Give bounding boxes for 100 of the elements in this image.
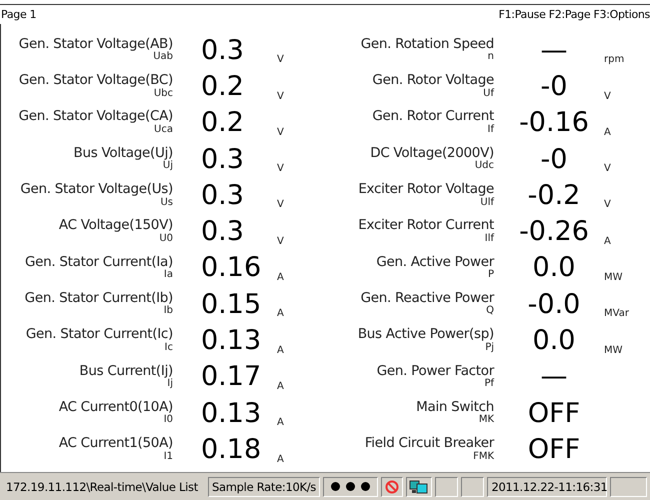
function-key-hint: F1:Pause F2:Page F3:Options	[498, 8, 650, 21]
parameter-symbol: If	[488, 124, 494, 135]
parameter-label: Gen. Stator Voltage(BC)	[18, 74, 173, 88]
parameter-symbol: Uj	[162, 161, 173, 172]
page-indicator: Page 1	[1, 8, 36, 21]
unit-label: MW	[604, 272, 623, 284]
parameter-value: -0.2	[528, 180, 580, 211]
unit-label: MW	[604, 344, 623, 356]
parameter-value: -0.26	[519, 216, 589, 248]
parameter-value: 0.16	[201, 252, 262, 284]
parameter-value: OFF	[528, 398, 580, 429]
unit-label: V	[277, 126, 284, 138]
parameter-label: Gen. Stator Voltage(Us)	[20, 183, 173, 197]
unit-label: A	[277, 417, 284, 428]
parameter-value: 0.13	[201, 325, 262, 356]
date-time: 2011.12.22-11:16:31	[487, 476, 608, 496]
parameter-value: -0	[540, 144, 568, 175]
parameter-label: Gen. Rotation Speed	[360, 38, 494, 52]
parameter-symbol: Ic	[164, 342, 173, 353]
unit-label: V	[604, 199, 611, 210]
prohibited-icon	[384, 478, 400, 494]
parameter-value: 0.3	[201, 216, 244, 248]
parameter-label: AC Current0(10A)	[58, 400, 173, 414]
parameter-symbol: Pj	[485, 342, 494, 353]
parameter-value: -0	[540, 70, 568, 102]
parameter-value: —	[540, 361, 568, 392]
parameter-symbol: Ib	[164, 306, 173, 316]
unit-label: V	[604, 163, 611, 174]
parameter-symbol: Ulf	[480, 198, 494, 208]
parameter-label: Main Switch	[416, 400, 494, 414]
parameter-symbol: n	[488, 52, 494, 62]
parameter-symbol: MK	[478, 415, 494, 426]
status-dot-icon	[361, 482, 370, 491]
parameter-label: Gen. Reactive Power	[360, 292, 494, 306]
status-panel	[435, 476, 458, 496]
unit-label: rpm	[604, 54, 624, 66]
parameter-symbol: Udc	[474, 161, 494, 172]
parameter-value: -0.0	[528, 288, 580, 320]
parameter-label: AC Current1(50A)	[58, 437, 173, 451]
parameter-label: Gen. Active Power	[376, 256, 494, 270]
parameter-symbol: U0	[159, 234, 173, 244]
parameter-symbol: Uab	[153, 52, 173, 62]
parameter-label: Gen. Stator Voltage(AB)	[18, 38, 173, 52]
status-panel	[610, 476, 647, 496]
parameter-symbol: I0	[164, 415, 173, 426]
parameter-symbol: Uca	[154, 124, 173, 135]
parameter-label: Gen. Power Factor	[376, 364, 494, 378]
parameter-symbol: Ia	[164, 270, 173, 280]
parameter-symbol: Ubc	[154, 88, 173, 99]
status-dot-icon	[346, 482, 355, 491]
sample-rate: Sample Rate:10K/s	[208, 476, 320, 496]
parameter-symbol: Ilf	[484, 234, 494, 244]
parameter-value: 0.3	[201, 180, 244, 211]
parameter-value: -0.16	[519, 107, 589, 138]
parameter-symbol: Us	[160, 198, 173, 208]
parameter-symbol: FMK	[473, 452, 494, 462]
unit-label: A	[604, 236, 611, 247]
parameter-value: 0.2	[201, 107, 244, 138]
network-computers-icon	[409, 478, 429, 494]
parameter-label: Exciter Rotor Current	[358, 219, 494, 233]
parameter-value: 0.0	[532, 325, 576, 356]
unit-label: A	[277, 272, 284, 284]
parameter-symbol: Pf	[484, 379, 494, 390]
parameter-label: Field Circuit Breaker	[364, 437, 494, 451]
unit-label: A	[277, 308, 284, 320]
parameter-label: Bus Active Power(sp)	[358, 328, 494, 342]
parameter-value: OFF	[528, 434, 580, 465]
parameter-value: 0.0	[532, 252, 576, 284]
parameter-value: 0.17	[201, 361, 262, 392]
parameter-symbol: Ij	[167, 379, 173, 390]
unit-label: V	[277, 163, 284, 174]
unit-label: V	[277, 54, 284, 66]
unit-label: A	[604, 126, 611, 138]
unit-label: V	[277, 90, 284, 102]
parameter-value: 0.3	[201, 34, 244, 66]
unit-label: A	[277, 454, 284, 465]
parameter-value: —	[540, 34, 568, 66]
parameter-label: DC Voltage(2000V)	[370, 146, 494, 160]
parameter-symbol: I1	[164, 452, 173, 462]
parameter-label: AC Voltage(150V)	[58, 219, 173, 233]
unit-label: V	[604, 90, 611, 102]
parameter-label: Gen. Stator Current(Ib)	[24, 292, 173, 306]
parameter-label: Bus Voltage(Uj)	[74, 146, 173, 160]
parameter-symbol: P	[488, 270, 494, 280]
parameter-symbol: Q	[486, 306, 494, 316]
parameter-value: 0.15	[201, 288, 262, 320]
parameter-label: Gen. Stator Current(Ia)	[24, 256, 173, 270]
parameter-value: 0.3	[201, 144, 244, 175]
parameter-label: Gen. Rotor Current	[372, 110, 494, 124]
parameter-label: Gen. Stator Current(Ic)	[26, 328, 173, 342]
parameter-label: Exciter Rotor Voltage	[358, 183, 494, 197]
parameter-value: 0.13	[201, 398, 262, 429]
parameter-label: Bus Current(Ij)	[79, 364, 173, 378]
parameter-symbol: Uf	[483, 88, 494, 99]
parameter-value: 0.2	[201, 70, 244, 102]
unit-label: V	[277, 199, 284, 210]
unit-label: A	[277, 380, 284, 392]
status-dot-icon	[331, 482, 340, 491]
unit-label: V	[277, 236, 284, 247]
status-path: 172.19.11.112\Real-time\Value List	[5, 478, 199, 496]
